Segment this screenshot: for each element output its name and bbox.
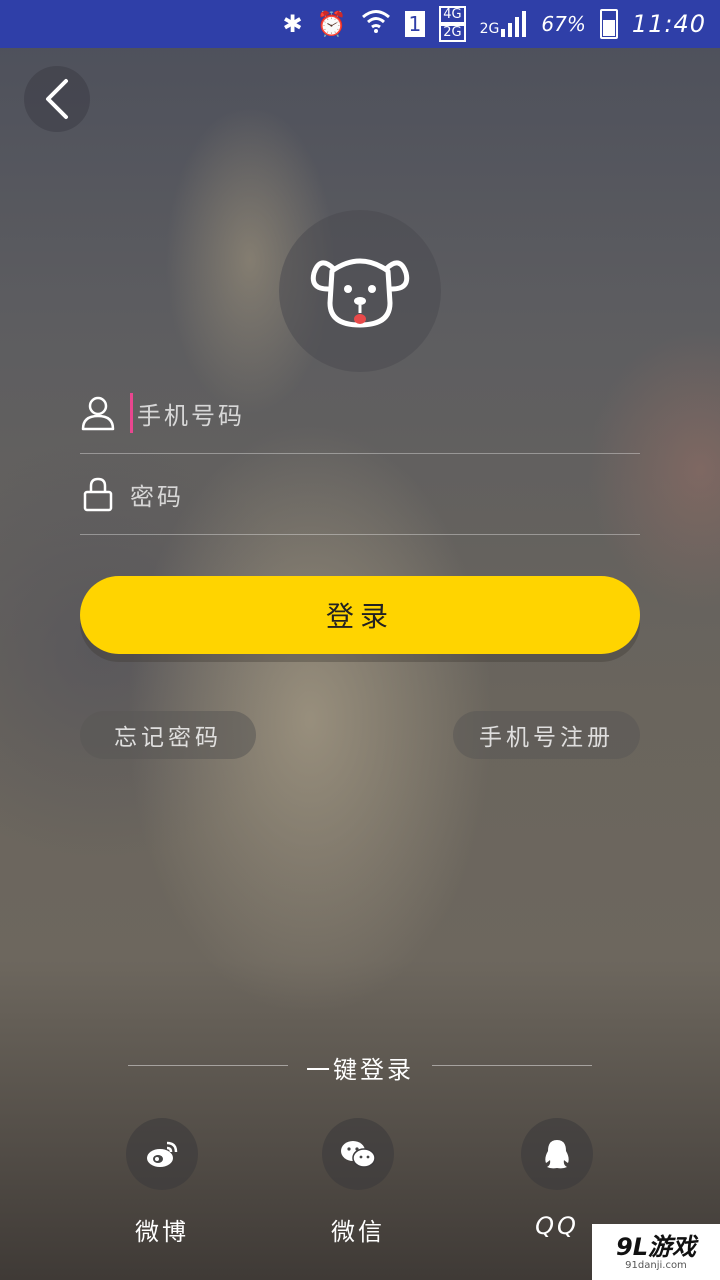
wechat-label: 微信: [331, 1218, 385, 1246]
forgot-password-button[interactable]: 忘记密码: [80, 711, 256, 759]
bluetooth-icon: ✱: [282, 10, 303, 38]
weibo-label: 微博: [135, 1218, 189, 1246]
phone-register-button[interactable]: 手机号注册: [453, 711, 640, 759]
sim-indicator: 1: [404, 11, 426, 37]
password-field[interactable]: 密码: [80, 454, 640, 535]
divider-left: [128, 1065, 288, 1066]
weibo-login[interactable]: 微博: [92, 1118, 232, 1247]
battery-percent: 67%: [541, 12, 586, 36]
battery-icon: [599, 9, 618, 39]
network-indicator: 4G 2G: [439, 6, 466, 42]
dog-icon: [310, 258, 410, 328]
alarm-icon: ⏰: [316, 10, 347, 38]
watermark: 9L游戏 91danji.com: [592, 1224, 720, 1280]
phone-input-placeholder[interactable]: 手机号码: [137, 396, 245, 431]
divider-right: [432, 1065, 592, 1066]
weibo-icon[interactable]: [126, 1118, 198, 1190]
qq-login[interactable]: QQ: [487, 1118, 627, 1240]
wifi-icon: [361, 8, 391, 40]
password-input-placeholder[interactable]: 密码: [130, 477, 184, 512]
signal-icon: 2G: [480, 11, 528, 37]
avatar[interactable]: [279, 210, 441, 372]
status-bar: ✱ ⏰ 1 4G 2G 2G 67% 11:40: [0, 0, 720, 48]
lock-icon: [80, 474, 116, 514]
wechat-login[interactable]: 微信: [288, 1118, 428, 1247]
back-button[interactable]: [24, 66, 90, 132]
phone-field[interactable]: 手机号码: [80, 373, 640, 454]
qq-icon[interactable]: [521, 1118, 593, 1190]
text-caret: [130, 393, 133, 433]
clock: 11:40: [631, 10, 706, 38]
chevron-left-icon: [46, 79, 68, 119]
quick-login-title: 一键登录: [306, 1056, 414, 1084]
qq-label: QQ: [535, 1212, 579, 1240]
login-button[interactable]: 登录: [80, 576, 640, 654]
wechat-icon[interactable]: [322, 1118, 394, 1190]
user-icon: [80, 393, 116, 433]
